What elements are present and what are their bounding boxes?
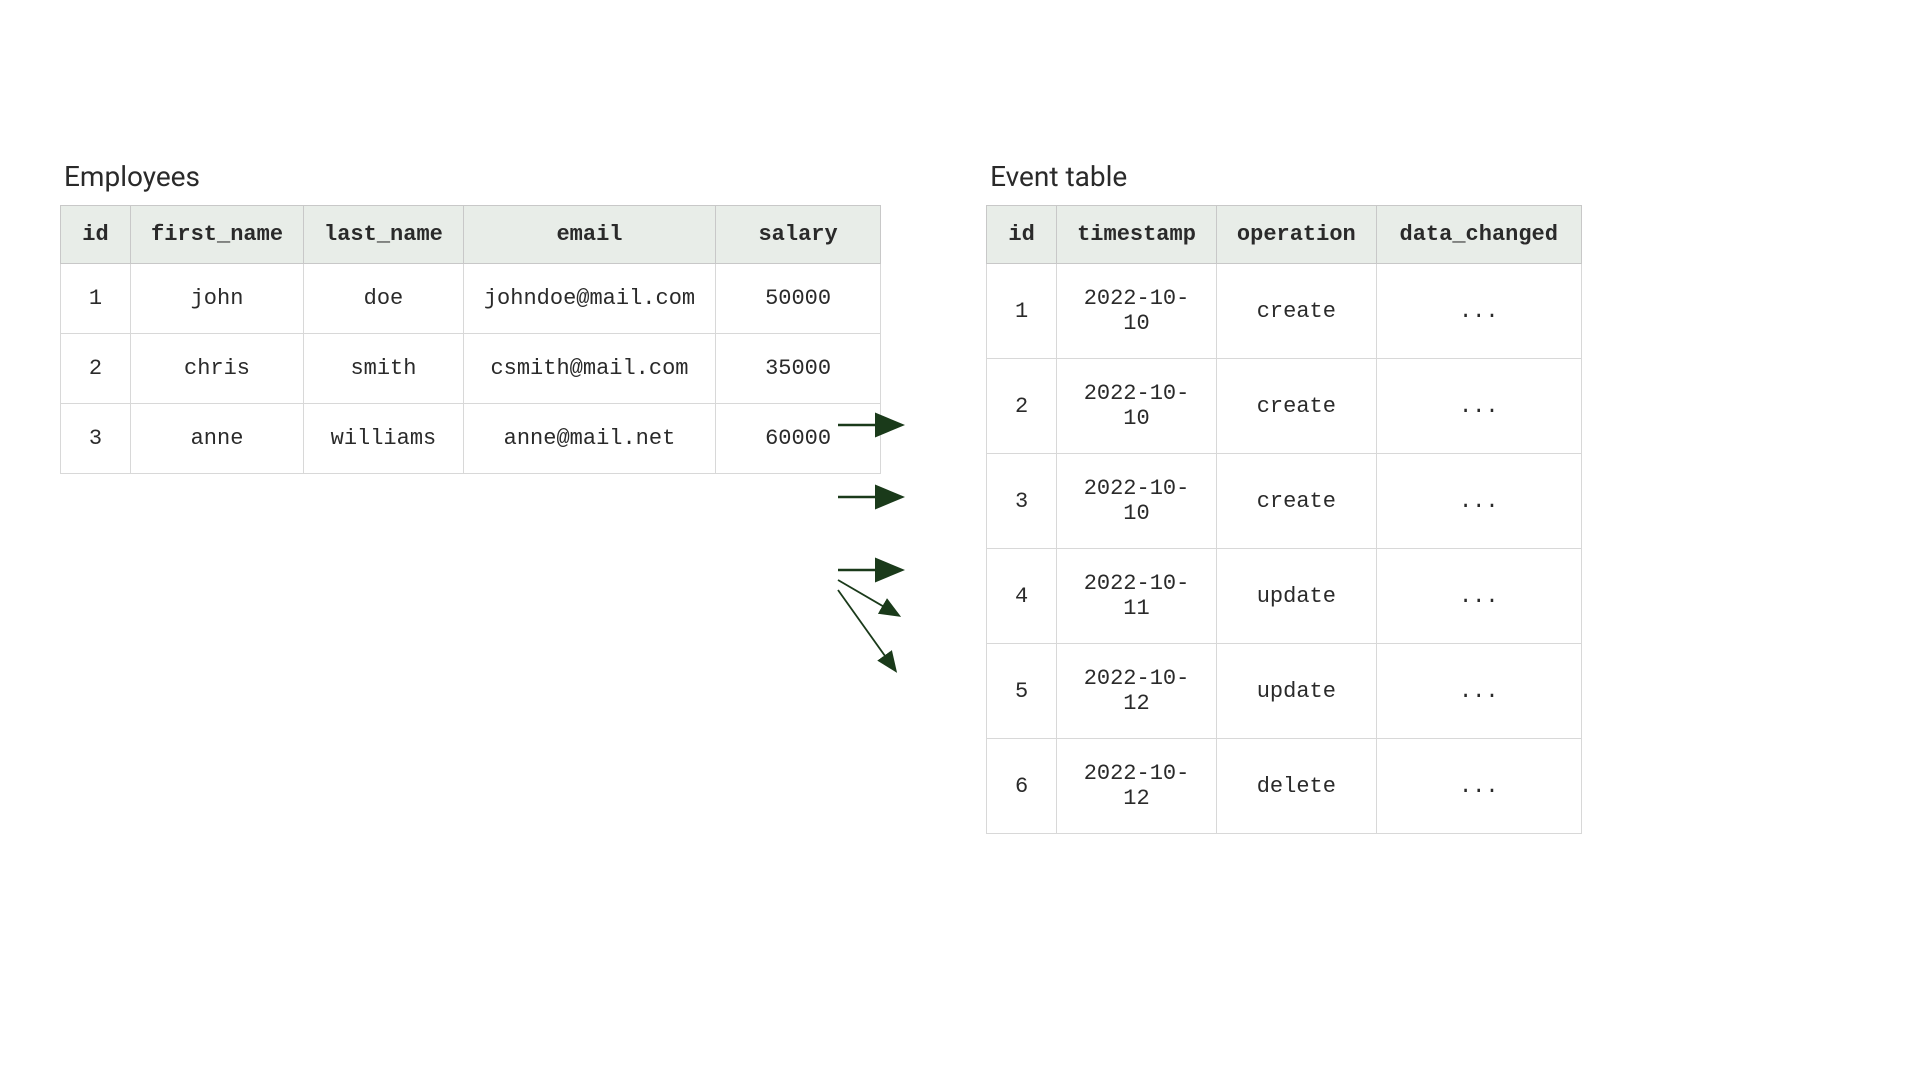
cell-timestamp: 2022-10-10 bbox=[1057, 264, 1217, 359]
cell-last-name: smith bbox=[304, 334, 464, 404]
cell-id: 3 bbox=[987, 454, 1057, 549]
cell-id: 1 bbox=[987, 264, 1057, 359]
cell-first-name: john bbox=[131, 264, 304, 334]
events-table: id timestamp operation data_changed 1 20… bbox=[986, 205, 1582, 834]
cell-last-name: williams bbox=[304, 404, 464, 474]
cell-data-changed: ... bbox=[1376, 739, 1581, 834]
cell-timestamp: 2022-10-12 bbox=[1057, 644, 1217, 739]
employees-block: Employees id first_name last_name email … bbox=[60, 160, 881, 474]
cell-operation: update bbox=[1216, 549, 1376, 644]
table-row: 2 chris smith csmith@mail.com 35000 bbox=[61, 334, 881, 404]
employees-title: Employees bbox=[64, 160, 881, 193]
col-timestamp: timestamp bbox=[1057, 206, 1217, 264]
cell-id: 1 bbox=[61, 264, 131, 334]
table-header-row: id first_name last_name email salary bbox=[61, 206, 881, 264]
table-row: 3 anne williams anne@mail.net 60000 bbox=[61, 404, 881, 474]
table-row: 2 2022-10-10 create ... bbox=[987, 359, 1582, 454]
cell-first-name: anne bbox=[131, 404, 304, 474]
cell-operation: create bbox=[1216, 359, 1376, 454]
col-operation: operation bbox=[1216, 206, 1376, 264]
table-row: 6 2022-10-12 delete ... bbox=[987, 739, 1582, 834]
table-row: 1 john doe johndoe@mail.com 50000 bbox=[61, 264, 881, 334]
employees-table: id first_name last_name email salary 1 j… bbox=[60, 205, 881, 474]
diagram-container: Employees id first_name last_name email … bbox=[60, 160, 1582, 834]
cell-data-changed: ... bbox=[1376, 359, 1581, 454]
cell-timestamp: 2022-10-11 bbox=[1057, 549, 1217, 644]
col-id: id bbox=[61, 206, 131, 264]
cell-operation: delete bbox=[1216, 739, 1376, 834]
col-data-changed: data_changed bbox=[1376, 206, 1581, 264]
col-salary: salary bbox=[716, 206, 881, 264]
cell-operation: create bbox=[1216, 264, 1376, 359]
cell-id: 4 bbox=[987, 549, 1057, 644]
arrows-icon bbox=[830, 405, 940, 725]
cell-data-changed: ... bbox=[1376, 644, 1581, 739]
cell-last-name: doe bbox=[304, 264, 464, 334]
cell-id: 3 bbox=[61, 404, 131, 474]
cell-operation: create bbox=[1216, 454, 1376, 549]
cell-data-changed: ... bbox=[1376, 549, 1581, 644]
arrow-icon bbox=[838, 590, 895, 670]
cell-timestamp: 2022-10-10 bbox=[1057, 454, 1217, 549]
table-row: 4 2022-10-11 update ... bbox=[987, 549, 1582, 644]
cell-salary: 50000 bbox=[716, 264, 881, 334]
cell-salary: 35000 bbox=[716, 334, 881, 404]
events-block: Event table id timestamp operation data_… bbox=[986, 160, 1582, 834]
cell-id: 5 bbox=[987, 644, 1057, 739]
cell-email: anne@mail.net bbox=[463, 404, 715, 474]
col-id: id bbox=[987, 206, 1057, 264]
cell-email: csmith@mail.com bbox=[463, 334, 715, 404]
cell-id: 2 bbox=[61, 334, 131, 404]
table-row: 5 2022-10-12 update ... bbox=[987, 644, 1582, 739]
cell-id: 6 bbox=[987, 739, 1057, 834]
cell-first-name: chris bbox=[131, 334, 304, 404]
col-last-name: last_name bbox=[304, 206, 464, 264]
arrow-icon bbox=[838, 580, 898, 615]
col-first-name: first_name bbox=[131, 206, 304, 264]
cell-timestamp: 2022-10-12 bbox=[1057, 739, 1217, 834]
cell-operation: update bbox=[1216, 644, 1376, 739]
table-row: 1 2022-10-10 create ... bbox=[987, 264, 1582, 359]
col-email: email bbox=[463, 206, 715, 264]
events-title: Event table bbox=[990, 160, 1582, 193]
table-row: 3 2022-10-10 create ... bbox=[987, 454, 1582, 549]
table-header-row: id timestamp operation data_changed bbox=[987, 206, 1582, 264]
cell-data-changed: ... bbox=[1376, 264, 1581, 359]
cell-email: johndoe@mail.com bbox=[463, 264, 715, 334]
cell-id: 2 bbox=[987, 359, 1057, 454]
cell-data-changed: ... bbox=[1376, 454, 1581, 549]
cell-timestamp: 2022-10-10 bbox=[1057, 359, 1217, 454]
